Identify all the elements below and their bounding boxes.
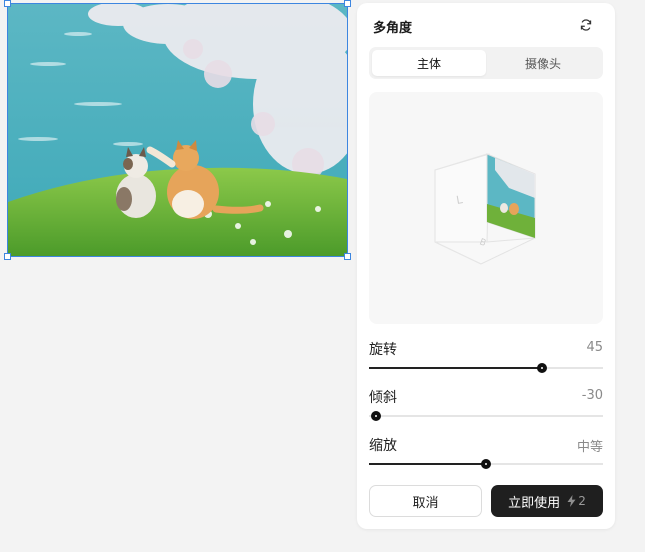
rotate-slider-thumb[interactable] [537, 363, 548, 373]
zoom-value: 中等 [576, 440, 603, 455]
zoom-slider-thumb[interactable] [481, 459, 491, 469]
zoom-slider[interactable] [369, 459, 603, 469]
tilt-slider[interactable] [369, 411, 603, 421]
refresh-icon[interactable] [579, 18, 593, 32]
cats-photo [8, 4, 347, 256]
mode-tabs: 主体 摄像头 [369, 47, 603, 79]
credit-cost: 2 [567, 494, 586, 508]
tab-camera[interactable]: 摄像头 [486, 50, 600, 76]
resize-handle-bottom-right[interactable] [344, 253, 351, 260]
rotate-value: 45 [586, 340, 603, 355]
credit-count: 2 [578, 494, 586, 508]
canvas-image[interactable] [7, 3, 348, 257]
tilt-value: -30 [581, 388, 603, 403]
resize-handle-top-right[interactable] [344, 0, 351, 7]
tilt-slider-thumb[interactable] [371, 411, 382, 421]
tab-subject[interactable]: 主体 [372, 50, 486, 76]
cube-preview: L B [434, 153, 536, 265]
rotate-label: 旋转 [369, 342, 397, 358]
zoom-label: 缩放 [369, 438, 397, 454]
cancel-button[interactable]: 取消 [369, 485, 482, 517]
resize-handle-bottom-left[interactable] [4, 253, 11, 260]
tilt-label: 倾斜 [369, 390, 397, 406]
rotate-slider[interactable] [369, 363, 603, 373]
panel-title: 多角度 [373, 21, 413, 36]
multi-angle-panel: 多角度 主体 摄像头 L B 旋转 45 倾斜 -30 缩放 中等 取消 立即使… [357, 3, 615, 529]
cube-photo-face [486, 153, 536, 239]
angle-preview[interactable]: L B [369, 92, 603, 324]
apply-button-label: 立即使用 [508, 495, 561, 511]
apply-button[interactable]: 立即使用 2 [491, 485, 603, 517]
lightning-icon [567, 495, 576, 507]
resize-handle-top-left[interactable] [4, 0, 11, 7]
